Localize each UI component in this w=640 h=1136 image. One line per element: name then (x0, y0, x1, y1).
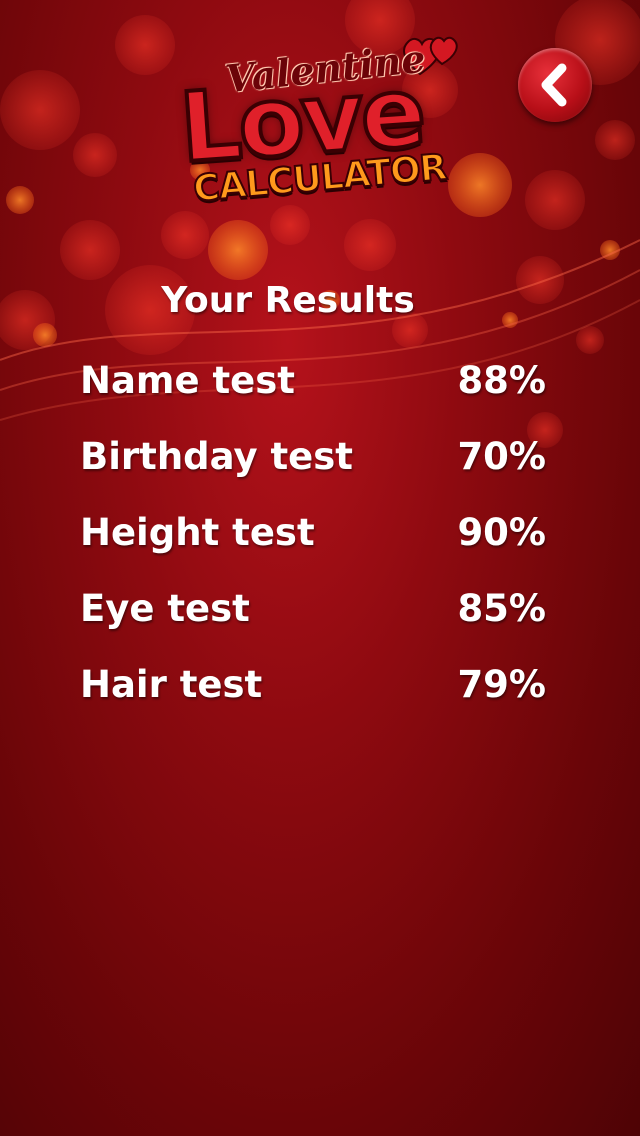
result-label: Hair test (80, 663, 263, 706)
results-screen: Valentine Love CALCULATOR Your Results N… (0, 0, 640, 1136)
result-row-hair: Hair test 79% (80, 659, 546, 735)
result-label: Height test (80, 511, 315, 554)
result-value: 88% (457, 359, 546, 402)
result-row-name: Name test 88% (80, 355, 546, 431)
results-title: Your Results (161, 280, 415, 321)
result-label: Name test (80, 359, 295, 402)
results-list: Name test 88% Birthday test 70% Height t… (80, 355, 546, 735)
chevron-left-icon (541, 63, 567, 107)
result-label: Eye test (80, 587, 250, 630)
back-button[interactable] (518, 48, 592, 122)
result-value: 90% (457, 511, 546, 554)
result-value: 85% (457, 587, 546, 630)
result-value: 70% (457, 435, 546, 478)
result-row-height: Height test 90% (80, 507, 546, 583)
result-value: 79% (457, 663, 546, 706)
result-row-eye: Eye test 85% (80, 583, 546, 659)
result-label: Birthday test (80, 435, 353, 478)
app-logo: Valentine Love CALCULATOR (174, 20, 475, 220)
result-row-birthday: Birthday test 70% (80, 431, 546, 507)
